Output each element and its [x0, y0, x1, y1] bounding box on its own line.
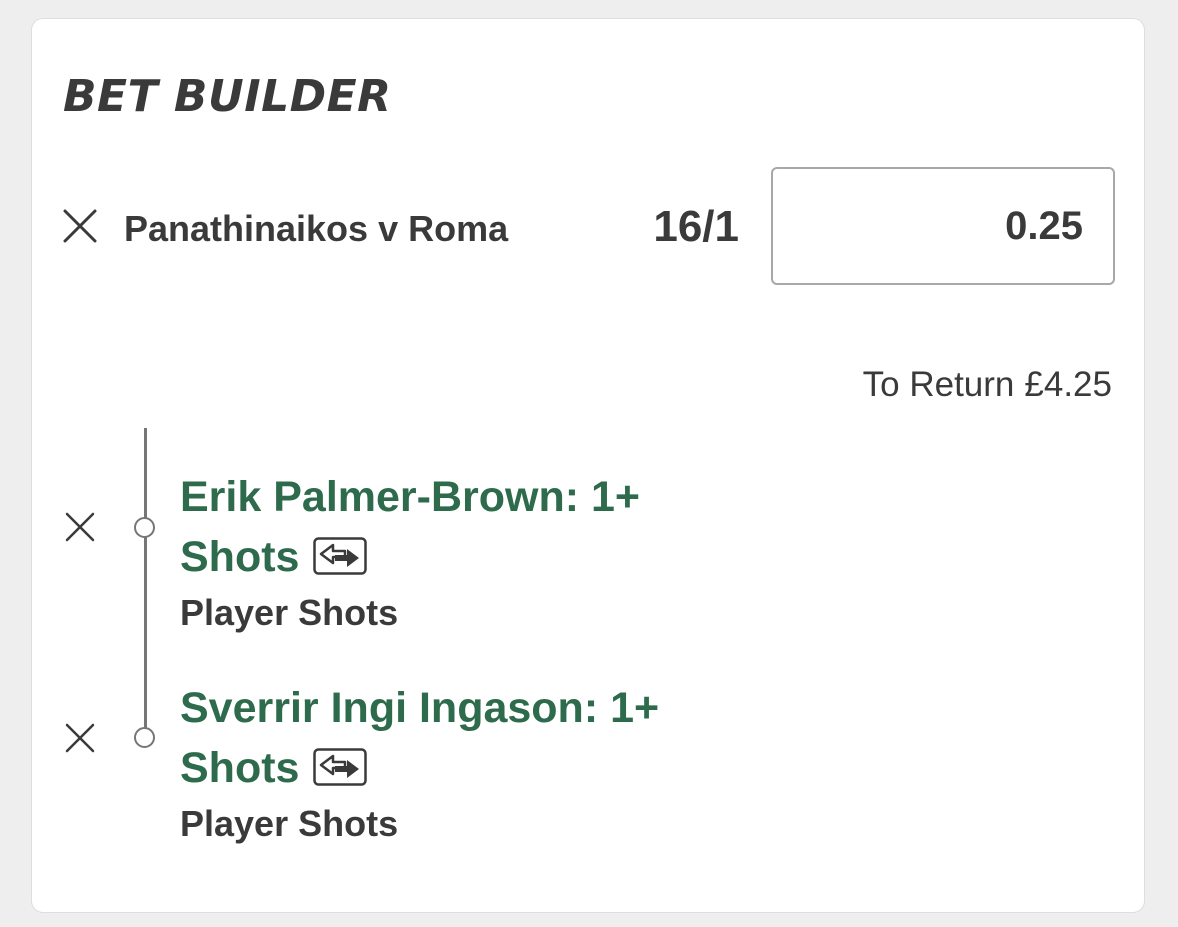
swap-arrows-icon[interactable]	[313, 747, 368, 786]
to-return: To Return £4.25	[863, 364, 1112, 406]
remove-match-close-icon[interactable]	[63, 209, 97, 243]
selection-name-line1: Sverrir Ingi Ingason: 1+	[180, 684, 660, 732]
to-return-value: £4.25	[1024, 365, 1112, 404]
remove-selection-close-icon[interactable]	[65, 723, 95, 753]
selection-market: Player Shots	[180, 803, 399, 844]
selection-name-line2: Shots	[180, 533, 300, 581]
odds-value: 16/1	[653, 202, 739, 251]
selection-timeline	[144, 428, 147, 738]
match-name: Panathinaikos v Roma	[124, 208, 509, 249]
to-return-label: To Return	[862, 365, 1015, 404]
bet-builder-card: BET BUILDER Panathinaikos v Roma 16/1 To…	[31, 18, 1145, 913]
selection-name: Sverrir Ingi Ingason: 1+ Shots	[180, 678, 760, 798]
selection-item: Sverrir Ingi Ingason: 1+ Shots Player Sh…	[180, 678, 760, 845]
selection-name-line2: Shots	[180, 744, 300, 792]
stake-input[interactable]	[771, 167, 1115, 285]
selection-item: Erik Palmer-Brown: 1+ Shots Player Shots	[180, 467, 760, 634]
swap-arrows-icon[interactable]	[313, 536, 368, 575]
selection-market: Player Shots	[180, 592, 399, 633]
timeline-node-icon	[134, 517, 155, 538]
bet-builder-title: BET BUILDER	[63, 71, 392, 122]
selection-name-line2-row: Shots	[180, 527, 760, 587]
selection-name-line1: Erik Palmer-Brown: 1+	[180, 473, 641, 521]
timeline-node-icon	[134, 727, 155, 748]
selection-name: Erik Palmer-Brown: 1+ Shots	[180, 467, 760, 587]
remove-selection-close-icon[interactable]	[65, 512, 95, 542]
selection-name-line2-row: Shots	[180, 738, 760, 798]
